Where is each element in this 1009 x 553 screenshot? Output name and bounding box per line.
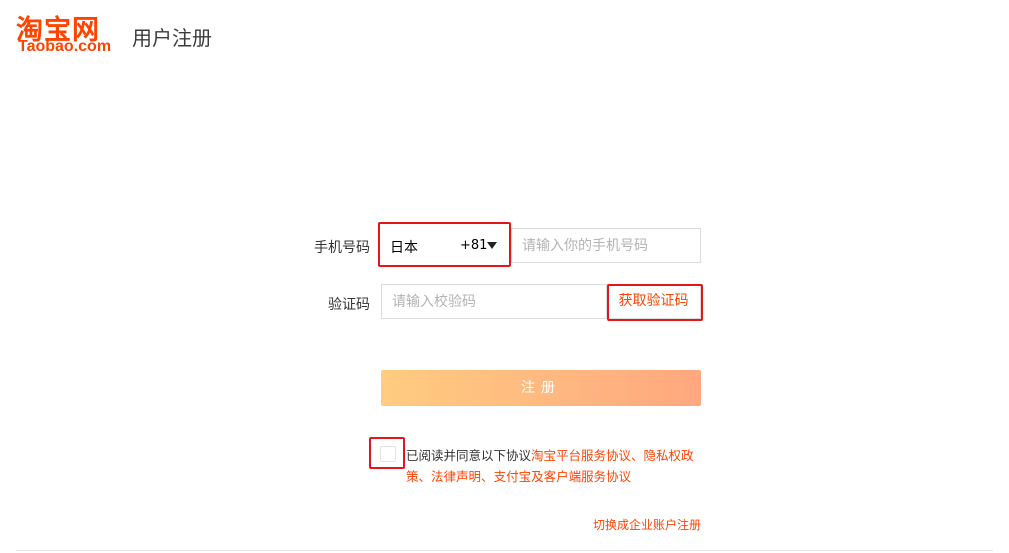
agreement-checkbox[interactable] bbox=[380, 446, 396, 462]
agreement-prefix: 已阅读并同意以下协议 bbox=[406, 448, 532, 463]
country-code: +81 bbox=[460, 238, 488, 253]
logo-english-text: Taobao.com bbox=[18, 38, 112, 55]
country-name: 日本 bbox=[390, 240, 418, 256]
phone-label: 手机号码 bbox=[314, 240, 370, 256]
agreement-separator: 、 bbox=[631, 448, 644, 463]
caret-down-icon bbox=[487, 242, 497, 249]
agreement-separator: 、 bbox=[418, 469, 432, 484]
verification-code-input[interactable] bbox=[381, 284, 607, 319]
register-button[interactable]: 注册 bbox=[381, 370, 701, 406]
get-code-button[interactable]: 获取验证码 bbox=[607, 284, 701, 319]
legal-statement-link[interactable]: 法律声明 bbox=[431, 469, 481, 484]
code-label: 验证码 bbox=[328, 297, 370, 313]
alipay-client-agreement-link[interactable]: 支付宝及客户端服务协议 bbox=[494, 469, 632, 484]
agreement-separator: 、 bbox=[481, 469, 494, 484]
agreement-text: 已阅读并同意以下协议淘宝平台服务协议、隐私权政策、法律声明、支付宝及客户端服务协… bbox=[406, 445, 706, 487]
country-code-select[interactable]: 日本 +81 bbox=[381, 228, 507, 262]
phone-input[interactable] bbox=[511, 228, 701, 263]
taobao-service-agreement-link[interactable]: 淘宝平台服务协议 bbox=[531, 448, 631, 463]
switch-enterprise-register-link[interactable]: 切换成企业账户注册 bbox=[593, 516, 701, 533]
footer-divider bbox=[16, 550, 993, 551]
page-title: 用户注册 bbox=[132, 26, 212, 50]
taobao-logo[interactable]: 淘宝网 Taobao.com bbox=[16, 10, 126, 58]
